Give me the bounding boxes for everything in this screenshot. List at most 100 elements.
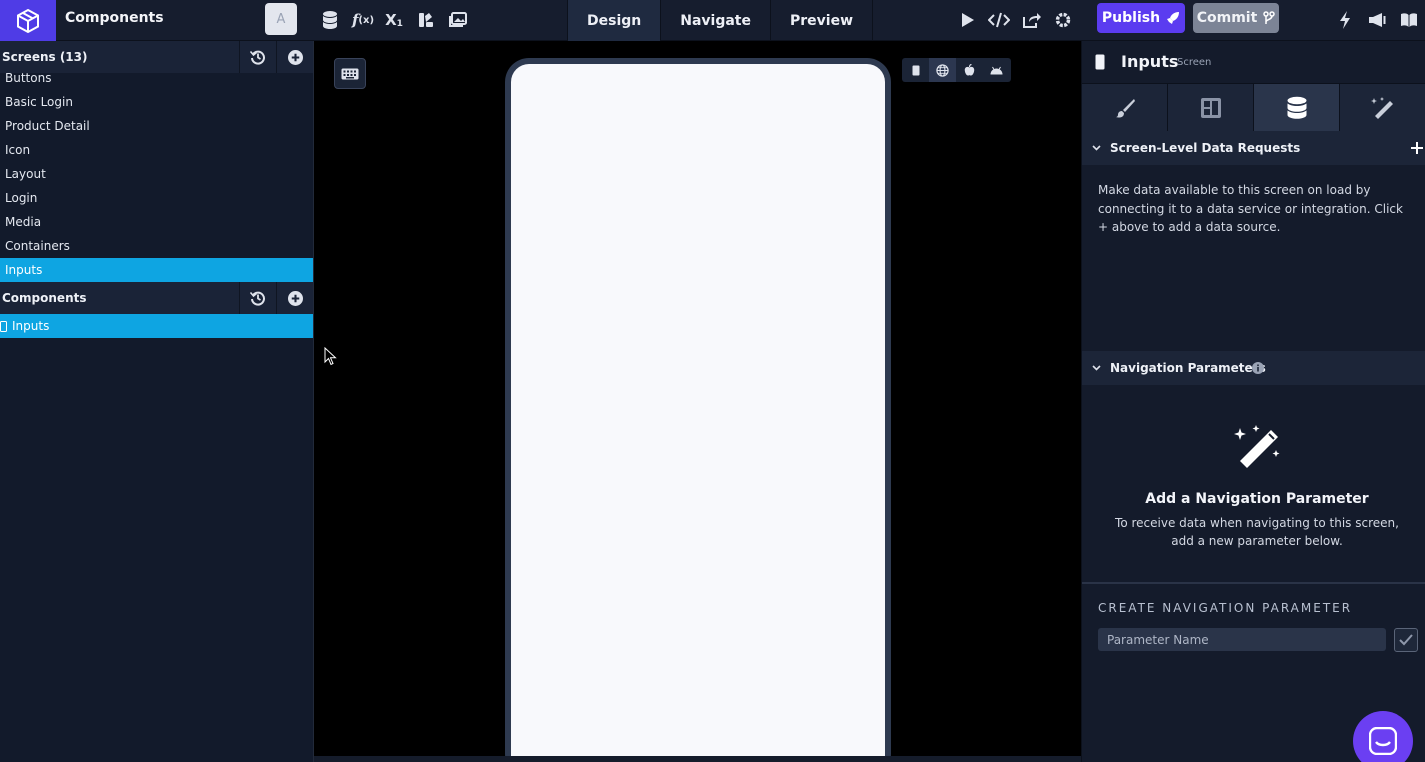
tab-design[interactable]: Design (567, 0, 662, 41)
screen-item-product-detail[interactable]: Product Detail (0, 114, 313, 138)
top-toolbar: Components A f (x) X1 Design Navigate Pre… (0, 0, 1425, 41)
tree-item-inputs[interactable]: Inputs (0, 314, 313, 338)
tab-navigate-label: Navigate (680, 12, 751, 29)
screen-item-containers[interactable]: Containers (0, 234, 313, 258)
chat-icon (1369, 727, 1397, 755)
cube-logo-icon (17, 8, 39, 33)
avatar-letter: A (276, 11, 286, 27)
plus-circle-icon (287, 49, 303, 65)
android-platform-button[interactable] (983, 58, 1010, 82)
design-canvas[interactable] (313, 41, 1082, 762)
info-icon[interactable] (1252, 362, 1264, 374)
megaphone-icon[interactable] (1365, 8, 1389, 32)
avatar[interactable]: A (265, 3, 297, 35)
chevron-down-icon (1092, 145, 1101, 151)
screen-item-basic-login[interactable]: Basic Login (0, 90, 313, 114)
android-icon (990, 66, 1003, 74)
screen-item-login[interactable]: Login (0, 186, 313, 210)
layout-icon (1200, 98, 1221, 118)
properties-panel: Inputs Screen Screen-Level Data Requests… (1081, 41, 1425, 762)
palette-icon[interactable] (414, 8, 438, 32)
phone-icon (1095, 54, 1105, 70)
publish-button[interactable]: Publish (1097, 3, 1185, 33)
share-icon[interactable] (1019, 8, 1043, 32)
section-divider (1082, 582, 1425, 584)
apple-icon (964, 64, 975, 76)
tab-navigate[interactable]: Navigate (661, 0, 771, 41)
components-header: Components (0, 282, 313, 314)
canvas-footer-strip (314, 756, 1082, 762)
tab-preview-label: Preview (790, 12, 854, 29)
data-requests-header[interactable]: Screen-Level Data Requests (1082, 131, 1425, 165)
keyboard-icon (341, 68, 359, 79)
keyboard-button[interactable] (334, 58, 366, 89)
logo-button[interactable] (0, 0, 56, 41)
brush-icon (1115, 99, 1135, 118)
add-component-button[interactable] (276, 282, 313, 314)
app-title: Components (65, 10, 164, 26)
plus-circle-icon (287, 290, 303, 306)
screen-item-inputs[interactable]: Inputs (0, 258, 313, 282)
history-icon (250, 50, 265, 65)
device-screen[interactable] (511, 64, 885, 762)
tab-style[interactable] (1082, 84, 1168, 132)
support-chat-button[interactable] (1353, 711, 1413, 762)
function-icon[interactable]: f (x) (350, 8, 376, 32)
play-icon[interactable] (955, 8, 979, 32)
screen-item-icon[interactable]: Icon (0, 138, 313, 162)
subscript-icon[interactable]: X1 (382, 8, 406, 32)
components-history-button[interactable] (239, 282, 276, 314)
tree-item-label: Inputs (12, 319, 50, 333)
magic-wand-icon (1370, 97, 1393, 119)
lightning-icon[interactable] (1333, 8, 1357, 32)
web-platform-button[interactable] (929, 58, 956, 82)
device-frame (505, 58, 891, 762)
database-icon (1287, 96, 1306, 119)
rocket-icon (1167, 12, 1180, 24)
create-param-label: CREATE NAVIGATION PARAMETER (1098, 601, 1353, 615)
data-requests-description: Make data available to this screen on lo… (1098, 183, 1403, 234)
screen-item-media[interactable]: Media (0, 210, 313, 234)
tab-design-label: Design (587, 12, 642, 29)
parameter-name-input[interactable] (1098, 628, 1386, 651)
add-screen-button[interactable] (276, 41, 313, 73)
mouse-cursor-icon (324, 347, 337, 366)
confirm-param-button[interactable] (1394, 628, 1418, 652)
tab-data[interactable] (1254, 84, 1340, 132)
magic-wand-icon (1234, 425, 1280, 468)
left-sidebar: Screens (13) Buttons Basic Login Product… (0, 41, 313, 762)
screens-header: Screens (13) (0, 41, 313, 73)
screen-item-layout[interactable]: Layout (0, 162, 313, 186)
screens-title: Screens (13) (2, 50, 88, 64)
branch-icon (1263, 11, 1276, 24)
media-library-icon[interactable] (446, 8, 470, 32)
mode-tabs: Design Navigate Preview (567, 0, 874, 41)
nav-params-title: Navigation Parameters (1110, 361, 1266, 375)
book-icon[interactable] (1397, 8, 1421, 32)
add-param-description: To receive data when navigating to this … (1115, 516, 1399, 548)
code-icon[interactable] (987, 8, 1011, 32)
panel-subtitle: Screen (1177, 57, 1212, 68)
mobile-platform-button[interactable] (902, 58, 929, 82)
history-icon (250, 291, 265, 306)
tab-preview[interactable]: Preview (771, 0, 874, 41)
plus-icon[interactable] (1411, 142, 1423, 154)
mobile-icon (912, 65, 919, 75)
platform-switcher (902, 58, 1011, 82)
components-title: Components (2, 291, 87, 305)
panel-title: Inputs (1121, 52, 1179, 71)
gear-icon[interactable] (1051, 8, 1075, 32)
checkmark-icon (1399, 634, 1413, 646)
database-icon[interactable] (318, 8, 342, 32)
screens-history-button[interactable] (239, 41, 276, 73)
panel-title-row: Inputs Screen (1082, 41, 1425, 83)
ios-platform-button[interactable] (956, 58, 983, 82)
commit-button[interactable]: Commit (1193, 3, 1279, 33)
nav-params-header[interactable]: Navigation Parameters (1082, 351, 1425, 385)
web-icon (936, 63, 949, 77)
commit-label: Commit (1196, 10, 1258, 26)
screens-list: Buttons Basic Login Product Detail Icon … (0, 73, 313, 290)
screen-item-buttons[interactable]: Buttons (0, 73, 313, 90)
tab-actions[interactable] (1340, 84, 1425, 132)
tab-layout[interactable] (1168, 84, 1254, 132)
